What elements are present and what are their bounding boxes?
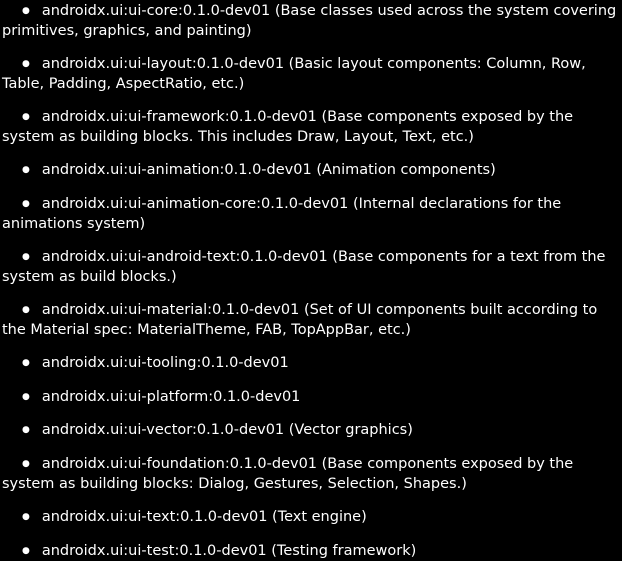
- list-item: ● androidx.ui:ui-tooling:0.1.0-dev01: [2, 354, 618, 374]
- artifact-name: androidx.ui:ui-text:0.1.0-dev01: [42, 509, 268, 525]
- artifact-name: androidx.ui:ui-core:0.1.0-dev01: [42, 3, 270, 19]
- bullet-icon: ●: [22, 546, 30, 556]
- artifact-desc: (Text engine): [272, 509, 367, 525]
- bullet-icon: ●: [22, 165, 30, 175]
- list-item: ●androidx.ui:ui-material:0.1.0-dev01 (Se…: [2, 301, 618, 340]
- artifact-name: androidx.ui:ui-vector:0.1.0-dev01: [42, 422, 284, 438]
- list-item: ● androidx.ui:ui-animation:0.1.0-dev01 (A…: [2, 161, 618, 181]
- list-item: ●androidx.ui:ui-core:0.1.0-dev01 (Base c…: [2, 2, 618, 41]
- list-item: ● androidx.ui:ui-text:0.1.0-dev01 (Text e…: [2, 508, 618, 528]
- artifact-desc: (Vector graphics): [289, 422, 413, 438]
- artifact-name: androidx.ui:ui-android-text:0.1.0-dev01: [42, 249, 328, 265]
- artifact-desc: (Animation components): [316, 162, 495, 178]
- dependency-list: ●androidx.ui:ui-core:0.1.0-dev01 (Base c…: [2, 2, 618, 561]
- list-item: ●androidx.ui:ui-layout:0.1.0-dev01 (Basi…: [2, 55, 618, 94]
- artifact-desc: (Testing framework): [271, 543, 416, 559]
- bullet-icon: ●: [22, 6, 30, 16]
- artifact-name: androidx.ui:ui-test:0.1.0-dev01: [42, 543, 267, 559]
- artifact-name: androidx.ui:ui-framework:0.1.0-dev01: [42, 109, 317, 125]
- artifact-name: androidx.ui:ui-platform:0.1.0-dev01: [42, 389, 301, 405]
- bullet-icon: ●: [22, 252, 30, 262]
- list-item: ●androidx.ui:ui-foundation:0.1.0-dev01 (…: [2, 455, 618, 494]
- bullet-icon: ●: [22, 512, 30, 522]
- bullet-icon: ●: [22, 358, 30, 368]
- artifact-name: androidx.ui:ui-material:0.1.0-dev01: [42, 302, 299, 318]
- artifact-name: androidx.ui:ui-layout:0.1.0-dev01: [42, 56, 284, 72]
- bullet-icon: ●: [22, 59, 30, 69]
- list-item: ● androidx.ui:ui-animation-core:0.1.0-dev…: [2, 195, 618, 234]
- bullet-icon: ●: [22, 305, 30, 315]
- list-item: ● androidx.ui:ui-test:0.1.0-dev01 (Testin…: [2, 542, 618, 561]
- bullet-icon: ●: [22, 425, 30, 435]
- bullet-icon: ●: [22, 392, 30, 402]
- list-item: ● androidx.ui:ui-android-text:0.1.0-dev01…: [2, 248, 618, 287]
- list-item: ● androidx.ui:ui-platform:0.1.0-dev01: [2, 388, 618, 408]
- list-item: ●androidx.ui:ui-framework:0.1.0-dev01 (B…: [2, 108, 618, 147]
- bullet-icon: ●: [22, 459, 30, 469]
- artifact-name: androidx.ui:ui-foundation:0.1.0-dev01: [42, 456, 317, 472]
- list-item: ● androidx.ui:ui-vector:0.1.0-dev01 (Vect…: [2, 421, 618, 441]
- artifact-name: androidx.ui:ui-tooling:0.1.0-dev01: [42, 355, 289, 371]
- bullet-icon: ●: [22, 199, 30, 209]
- artifact-name: androidx.ui:ui-animation-core:0.1.0-dev0…: [42, 196, 348, 212]
- artifact-name: androidx.ui:ui-animation:0.1.0-dev01: [42, 162, 312, 178]
- bullet-icon: ●: [22, 112, 30, 122]
